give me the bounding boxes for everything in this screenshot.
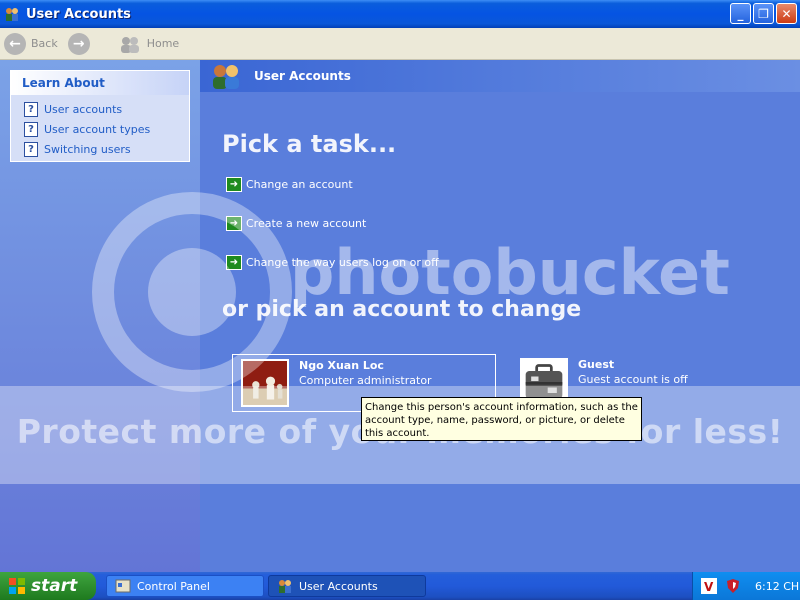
learn-item-label: User account types (44, 122, 151, 136)
taskbar-item-label: User Accounts (299, 579, 378, 593)
windows-flag-icon (9, 578, 25, 594)
minimize-button[interactable]: _ (730, 3, 751, 24)
account-name: Guest (578, 358, 615, 371)
window-title: User Accounts (26, 6, 131, 22)
watermark-logo: photobucket (290, 236, 730, 309)
antivirus-icon[interactable]: V (701, 578, 717, 594)
back-arrow-icon: ← (4, 32, 26, 55)
taskbar: start Control Panel User Accounts V 6:12… (0, 572, 800, 600)
task-label: Change an account (246, 178, 353, 191)
learn-item-label: Switching users (44, 142, 131, 156)
watermark-ring-center (148, 248, 236, 336)
account-tooltip: Change this person's account information… (361, 397, 642, 441)
system-tray: V 6:12 CH (692, 572, 800, 600)
account-status: Guest account is off (578, 373, 688, 386)
forward-button[interactable]: → (67, 32, 90, 55)
close-button[interactable]: ✕ (776, 3, 797, 24)
start-label: start (31, 576, 78, 596)
back-button[interactable]: ← Back (4, 32, 58, 55)
home-button[interactable]: Home (100, 35, 179, 53)
taskbar-user-accounts[interactable]: User Accounts (268, 575, 426, 597)
taskbar-control-panel[interactable]: Control Panel (106, 575, 264, 597)
forward-arrow-icon: → (67, 32, 90, 55)
learn-item-label: User accounts (44, 102, 123, 116)
user-accounts-icon (279, 580, 291, 593)
main-header-title: User Accounts (254, 69, 351, 83)
main-pane: User Accounts Pick a task... ➜ Change an… (200, 60, 800, 572)
main-header: User Accounts (200, 60, 800, 92)
pick-task-heading: Pick a task... (222, 130, 397, 158)
security-shield-icon[interactable] (725, 578, 741, 594)
learn-about-header: Learn About (11, 71, 189, 95)
toolbar: ← Back → Home (0, 28, 800, 60)
control-panel-icon (115, 579, 131, 593)
task-change-account[interactable]: ➜ Change an account (226, 177, 353, 192)
learn-about-panel: Learn About ? User accounts ? User accou… (10, 70, 190, 162)
back-label: Back (31, 37, 58, 50)
taskbar-item-label: Control Panel (137, 579, 210, 593)
help-icon: ? (24, 141, 38, 157)
maximize-button[interactable]: ❐ (753, 3, 774, 24)
help-icon: ? (24, 121, 38, 137)
user-accounts-icon (6, 8, 18, 21)
svg-text:V: V (704, 580, 714, 594)
learn-item-user-accounts[interactable]: ? User accounts (11, 99, 189, 119)
learn-item-user-account-types[interactable]: ? User account types (11, 119, 189, 139)
user-accounts-icon (213, 65, 239, 89)
start-button[interactable]: start (0, 572, 96, 600)
home-label: Home (146, 37, 180, 50)
green-arrow-icon: ➜ (226, 177, 242, 192)
help-icon: ? (24, 101, 38, 117)
title-bar: User Accounts _ ❐ ✕ (0, 0, 800, 28)
account-name: Ngo Xuan Loc (299, 359, 384, 372)
learn-item-switching-users[interactable]: ? Switching users (11, 139, 189, 159)
home-users-icon (120, 36, 139, 53)
clock: 6:12 CH (755, 579, 800, 593)
